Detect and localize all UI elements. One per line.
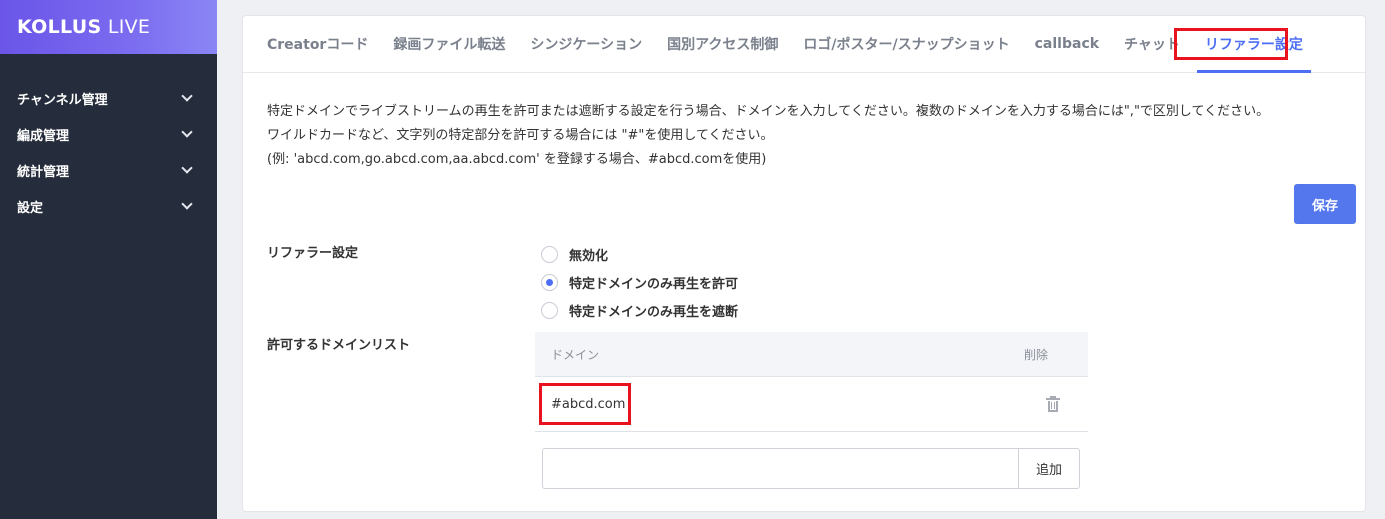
radio-allow-specific[interactable]: 特定ドメインのみ再生を許可 (541, 268, 738, 296)
domain-table-header: ドメイン 削除 (535, 332, 1088, 377)
sidebar-item-schedule[interactable]: 編成管理 (0, 116, 217, 152)
sidebar-item-label: チャンネル管理 (17, 92, 108, 108)
allowed-domain-list-label: 許可するドメインリスト (267, 338, 411, 353)
sidebar-item-label: 編成管理 (17, 128, 70, 144)
sidebar-item-label: 統計管理 (17, 164, 70, 180)
table-row: #abcd.com (535, 377, 1088, 432)
radio-label: 特定ドメインのみ再生を許可 (569, 276, 739, 292)
tab-chat[interactable]: チャット (1124, 16, 1180, 72)
sidebar-nav: チャンネル管理 編成管理 統計管理 設定 (0, 80, 217, 224)
chevron-down-icon (181, 90, 193, 102)
trash-icon[interactable] (1046, 396, 1060, 412)
tab-recording-transfer[interactable]: 録画ファイル転送 (393, 16, 505, 72)
description: 特定ドメインでライブストリームの再生を許可または遮断する設定を行う場合、ドメイン… (267, 100, 1269, 172)
chevron-down-icon (181, 126, 193, 138)
logo-bold: KOLLUS (17, 16, 102, 38)
tab-syndication[interactable]: シンジケーション (530, 16, 642, 72)
radio-disable[interactable]: 無効化 (541, 240, 738, 268)
chevron-down-icon (181, 162, 193, 174)
radio-label: 無効化 (569, 248, 609, 264)
logo-light: LIVE (107, 16, 151, 38)
sidebar-item-settings[interactable]: 設定 (0, 188, 217, 224)
tab-creator-code[interactable]: Creatorコード (267, 16, 368, 72)
radio-button[interactable] (541, 301, 558, 319)
sidebar-item-statistics[interactable]: 統計管理 (0, 152, 217, 188)
domain-value: #abcd.com (551, 396, 626, 412)
tab-referrer-settings[interactable]: リファラー設定 (1196, 16, 1311, 73)
tab-callback[interactable]: callback (1035, 16, 1099, 72)
column-header-delete: 削除 (1023, 347, 1048, 362)
description-line: (例: 'abcd.com,go.abcd.com,aa.abcd.com' を… (267, 152, 767, 167)
description-line: 特定ドメインでライブストリームの再生を許可または遮断する設定を行う場合、ドメイン… (267, 104, 1270, 119)
referrer-radio-group: 無効化 特定ドメインのみ再生を許可 特定ドメインのみ再生を遮断 (541, 240, 738, 324)
settings-card: Creatorコード 録画ファイル転送 シンジケーション 国別アクセス制御 ロゴ… (242, 15, 1366, 512)
domain-table: ドメイン 削除 #abcd.com (535, 332, 1088, 432)
add-button[interactable]: 追加 (1018, 448, 1080, 489)
radio-button[interactable] (541, 245, 558, 263)
save-button[interactable]: 保存 (1294, 184, 1356, 224)
logo[interactable]: KOLLUS LIVE (17, 16, 150, 38)
chevron-down-icon (181, 198, 193, 210)
tab-geo-access[interactable]: 国別アクセス制御 (667, 16, 778, 72)
column-header-domain: ドメイン (551, 347, 600, 362)
logo-bar: KOLLUS LIVE (0, 0, 217, 54)
add-domain-row: 追加 (542, 448, 1080, 489)
radio-label: 特定ドメインのみ再生を遮断 (569, 304, 739, 320)
sidebar-item-label: 設定 (17, 200, 44, 216)
domain-input[interactable] (542, 448, 1018, 489)
radio-block-specific[interactable]: 特定ドメインのみ再生を遮断 (541, 296, 738, 324)
sidebar-item-channel[interactable]: チャンネル管理 (0, 80, 217, 116)
radio-button[interactable] (541, 273, 558, 291)
tab-logo-poster-snapshot[interactable]: ロゴ/ポスター/スナップショット (803, 16, 1009, 72)
description-line: ワイルドカードなど、文字列の特定部分を許可する場合には "#"を使用してください… (267, 128, 774, 143)
sidebar: KOLLUS LIVE チャンネル管理 編成管理 統計管理 設定 (0, 0, 217, 519)
tab-bar: Creatorコード 録画ファイル転送 シンジケーション 国別アクセス制御 ロゴ… (243, 16, 1365, 73)
referrer-setting-label: リファラー設定 (267, 246, 359, 261)
